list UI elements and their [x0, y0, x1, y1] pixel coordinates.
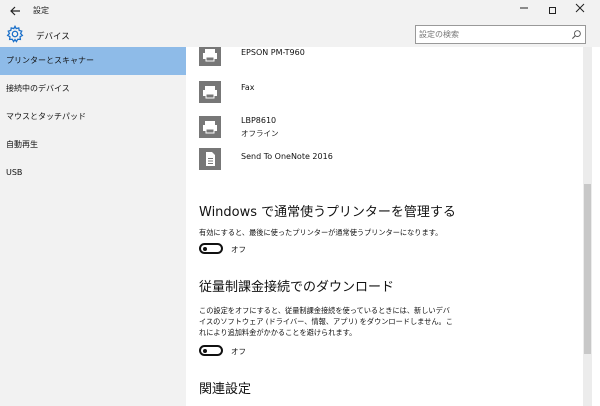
sidebar: プリンターとスキャナー 接続中のデバイス マウスとタッチパッド 自動再生 USB [0, 47, 186, 406]
page-header: デバイス [0, 22, 600, 47]
maximize-button[interactable] [538, 1, 566, 21]
search-input[interactable] [419, 28, 564, 41]
scrollbar[interactable] [583, 47, 592, 406]
close-icon [575, 3, 585, 13]
section-desc-manage-default: 有効にすると、最後に使ったプリンターが通常使うプリンターになります。 [199, 228, 443, 237]
device-item[interactable]: Fax [199, 81, 579, 109]
gear-icon [6, 25, 24, 43]
device-item[interactable]: Send To OneNote 2016 [199, 148, 579, 176]
page-title: デバイス [36, 32, 70, 42]
minimize-button[interactable] [510, 1, 538, 21]
device-status: オフライン [241, 129, 279, 138]
sidebar-item-autoplay[interactable]: 自動再生 [0, 131, 186, 159]
device-name: Send To OneNote 2016 [241, 152, 333, 161]
title-bar: 設定 [0, 0, 600, 22]
document-printer-icon [199, 148, 221, 170]
device-name: EPSON PM-T960 [241, 48, 305, 57]
arrow-left-icon [10, 6, 20, 16]
toggle-knob [203, 246, 207, 251]
sidebar-item-usb[interactable]: USB [0, 159, 186, 187]
scrollbar-thumb[interactable] [584, 184, 591, 354]
device-item[interactable]: EPSON PM-T960 [199, 47, 579, 72]
search-box[interactable] [415, 25, 586, 44]
device-name: LBP8610 [241, 116, 277, 125]
sidebar-item-connected-devices[interactable]: 接続中のデバイス [0, 75, 186, 103]
printer-icon [199, 116, 221, 138]
window-title: 設定 [33, 6, 49, 15]
sidebar-item-mouse-touchpad[interactable]: マウスとタッチパッド [0, 103, 186, 131]
minimize-icon [520, 7, 528, 9]
back-button[interactable] [6, 3, 24, 19]
section-title-manage-default: Windows で通常使うプリンターを管理する [199, 205, 456, 220]
search-icon[interactable] [571, 29, 582, 40]
toggle-knob [203, 348, 207, 353]
section-desc-metered: この設定をオフにすると、従量制課金接続を使っているときには、新しいデバイスのソフ… [199, 306, 453, 337]
maximize-icon [548, 6, 556, 14]
section-title-metered: 従量制課金接続でのダウンロード [199, 280, 395, 295]
printer-icon [199, 81, 221, 103]
close-button[interactable] [566, 1, 594, 21]
section-title-related: 関連設定 [199, 382, 252, 397]
device-name: Fax [241, 83, 255, 92]
manage-default-toggle[interactable] [199, 243, 223, 254]
toggle-state-label: オフ [231, 347, 246, 356]
metered-download-toggle[interactable] [199, 345, 223, 356]
toggle-state-label: オフ [231, 245, 246, 254]
device-item[interactable]: LBP8610 オフライン [199, 116, 579, 144]
sidebar-item-printers-scanners[interactable]: プリンターとスキャナー [0, 47, 186, 75]
printer-icon [199, 47, 221, 66]
main-content: EPSON PM-T960 Fax LBP8610 オフライン Send To … [186, 47, 600, 406]
